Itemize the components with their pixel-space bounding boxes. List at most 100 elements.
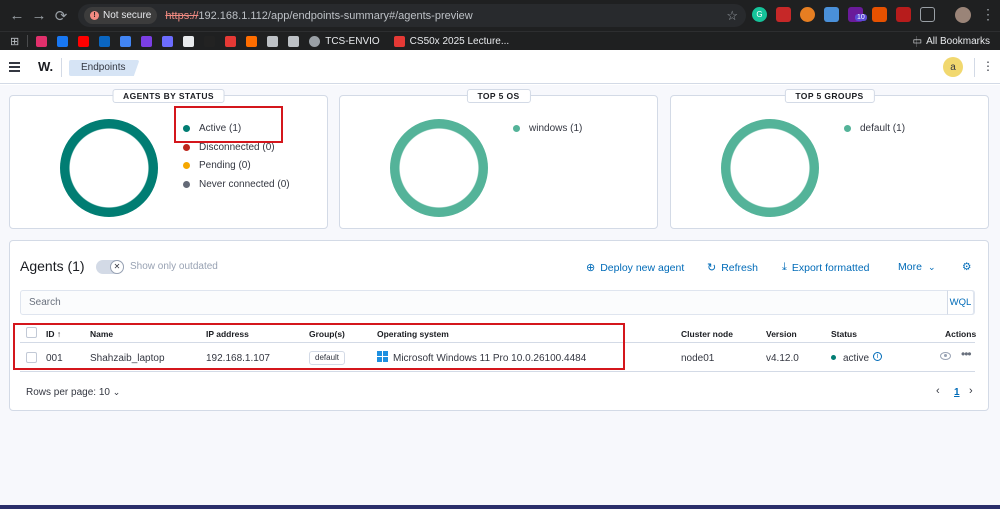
extension-icon[interactable] bbox=[776, 7, 791, 22]
bookmark-favicon-icon[interactable] bbox=[183, 35, 195, 47]
agents-title: Agents (1) bbox=[20, 258, 85, 274]
apps-grid-icon[interactable]: ⊞ bbox=[10, 35, 19, 48]
chevron-down-icon: ⌄ bbox=[112, 387, 121, 397]
bookmark-favicon-icon[interactable] bbox=[99, 35, 111, 47]
grammarly-extension-icon[interactable]: G bbox=[752, 7, 767, 22]
extension-icon[interactable] bbox=[872, 7, 887, 22]
extension-icon[interactable] bbox=[824, 7, 839, 22]
os-legend: windows (1) bbox=[513, 119, 582, 138]
column-header-status[interactable]: Status bbox=[831, 329, 857, 339]
deploy-label: Deploy new agent bbox=[600, 261, 685, 274]
legend-label: Pending (0) bbox=[199, 160, 251, 172]
column-header-cluster-node[interactable]: Cluster node bbox=[681, 329, 733, 339]
bookmark-favicon-icon[interactable] bbox=[36, 35, 48, 47]
not-secure-chip[interactable]: ! Not secure bbox=[84, 7, 158, 24]
extension-icon[interactable] bbox=[896, 7, 911, 22]
cell-version: v4.12.0 bbox=[766, 353, 799, 364]
panel-title: AGENTS BY STATUS bbox=[112, 89, 225, 103]
extensions-bar: G 10 bbox=[752, 7, 935, 22]
extensions-puzzle-icon[interactable] bbox=[920, 7, 935, 22]
legend-dot bbox=[183, 143, 190, 151]
bookmark-favicon-icon bbox=[309, 35, 321, 47]
column-header-version[interactable]: Version bbox=[766, 329, 797, 339]
bookmark-favicon-icon[interactable] bbox=[141, 35, 153, 47]
profile-avatar[interactable] bbox=[955, 7, 971, 23]
bookmark-cs50x[interactable]: CS50x 2025 Lecture... bbox=[393, 35, 510, 47]
folder-icon: ▭ bbox=[912, 35, 923, 47]
bookmark-favicon-icon[interactable] bbox=[78, 35, 90, 47]
header-divider bbox=[61, 58, 62, 77]
legend-label: Disconnected (0) bbox=[199, 141, 275, 153]
bookmark-icons bbox=[36, 35, 309, 47]
back-icon[interactable]: ← bbox=[6, 7, 28, 24]
settings-gear-icon[interactable]: ⚙ bbox=[962, 261, 971, 273]
prev-page-icon[interactable]: ‹ bbox=[936, 385, 940, 397]
bookmark-favicon-icon[interactable] bbox=[246, 35, 258, 47]
bookmark-favicon-icon[interactable] bbox=[225, 35, 237, 47]
bookmark-favicon-icon[interactable] bbox=[204, 35, 216, 47]
bookmark-label: TCS-ENVIO bbox=[325, 35, 380, 47]
export-formatted-button[interactable]: ⤓ Export formatted bbox=[782, 261, 870, 274]
header-more-icon[interactable]: ⋮ bbox=[982, 59, 994, 73]
header-divider bbox=[974, 58, 975, 77]
url-scheme: https:// bbox=[165, 9, 199, 22]
info-icon[interactable]: i bbox=[873, 352, 882, 361]
top-os-panel: TOP 5 OS windows (1) bbox=[339, 89, 658, 229]
legend-item-never-connected[interactable]: Never connected (0) bbox=[183, 175, 290, 194]
highlight-box bbox=[174, 106, 283, 143]
extension-icon[interactable]: 10 bbox=[848, 7, 867, 22]
legend-label: windows (1) bbox=[529, 122, 583, 134]
refresh-button[interactable]: ↻ Refresh bbox=[707, 261, 758, 275]
reload-icon[interactable]: ⟳ bbox=[50, 7, 72, 25]
status-dot bbox=[831, 355, 836, 360]
agents-table-panel: Agents (1) ✕ Show only outdated ⊕ Deploy … bbox=[9, 240, 989, 411]
hamburger-menu-icon[interactable] bbox=[9, 62, 20, 74]
bookmark-label: CS50x 2025 Lecture... bbox=[409, 35, 510, 47]
wazuh-logo[interactable]: W. bbox=[38, 59, 53, 74]
plus-circle-icon: ⊕ bbox=[586, 262, 596, 274]
cookie-extension-icon[interactable] bbox=[800, 7, 815, 22]
bookmark-favicon-icon[interactable] bbox=[162, 35, 174, 47]
bookmark-tcs-envio[interactable]: TCS-ENVIO bbox=[309, 35, 380, 47]
next-page-icon[interactable]: › bbox=[969, 385, 973, 397]
breadcrumb-endpoints[interactable]: Endpoints bbox=[69, 60, 140, 76]
rows-per-page-select[interactable]: Rows per page: 10 ⌄ bbox=[26, 387, 120, 398]
export-icon: ⤓ bbox=[782, 261, 787, 273]
table-divider bbox=[20, 371, 975, 372]
user-avatar[interactable]: a bbox=[943, 57, 963, 77]
rows-per-page-label: Rows per page: 10 bbox=[26, 387, 110, 398]
all-bookmarks[interactable]: ▭ All Bookmarks bbox=[913, 36, 990, 47]
page-number[interactable]: 1 bbox=[954, 387, 960, 398]
toggle-close-icon: ✕ bbox=[110, 260, 124, 274]
legend-item-windows[interactable]: windows (1) bbox=[513, 119, 582, 138]
legend-item-default[interactable]: default (1) bbox=[844, 119, 905, 138]
legend-item-pending[interactable]: Pending (0) bbox=[183, 156, 290, 175]
legend-dot bbox=[844, 124, 851, 132]
more-button[interactable]: More ⌄ bbox=[898, 261, 935, 273]
outdated-toggle[interactable]: ✕ bbox=[96, 260, 124, 274]
view-eye-icon[interactable] bbox=[940, 352, 951, 360]
youtube-icon bbox=[393, 35, 405, 47]
export-label: Export formatted bbox=[791, 261, 870, 274]
warning-icon: ! bbox=[90, 11, 99, 20]
cell-cluster-node: node01 bbox=[681, 353, 715, 364]
row-more-icon[interactable]: ••• bbox=[961, 347, 972, 361]
bookmark-star-icon[interactable]: ☆ bbox=[726, 8, 738, 24]
bookmark-favicon-icon[interactable] bbox=[267, 35, 279, 47]
bookmark-favicon-icon[interactable] bbox=[120, 35, 132, 47]
bookmarks-bar: ⊞ TCS-ENVIO CS50x 2025 Lecture... ▭ All B… bbox=[0, 31, 1000, 50]
address-bar[interactable]: ! Not secure https://192.168.1.112/app/e… bbox=[78, 4, 746, 27]
groups-donut-chart bbox=[721, 119, 819, 217]
app-header: W. Endpoints bbox=[0, 51, 1000, 84]
bookmark-favicon-icon[interactable] bbox=[288, 35, 300, 47]
search-input[interactable]: Search WQL bbox=[20, 290, 975, 315]
legend-dot bbox=[513, 124, 520, 132]
wql-button[interactable]: WQL bbox=[947, 290, 974, 315]
browser-menu-icon[interactable]: ⋮ bbox=[981, 6, 995, 23]
url-text[interactable]: https://192.168.1.112/app/endpoints-summ… bbox=[165, 10, 472, 22]
bookmark-favicon-icon[interactable] bbox=[57, 35, 69, 47]
deploy-agent-button[interactable]: ⊕ Deploy new agent bbox=[586, 261, 685, 275]
os-donut-chart bbox=[390, 119, 488, 217]
refresh-icon: ↻ bbox=[707, 262, 717, 274]
forward-icon[interactable]: → bbox=[28, 7, 50, 24]
